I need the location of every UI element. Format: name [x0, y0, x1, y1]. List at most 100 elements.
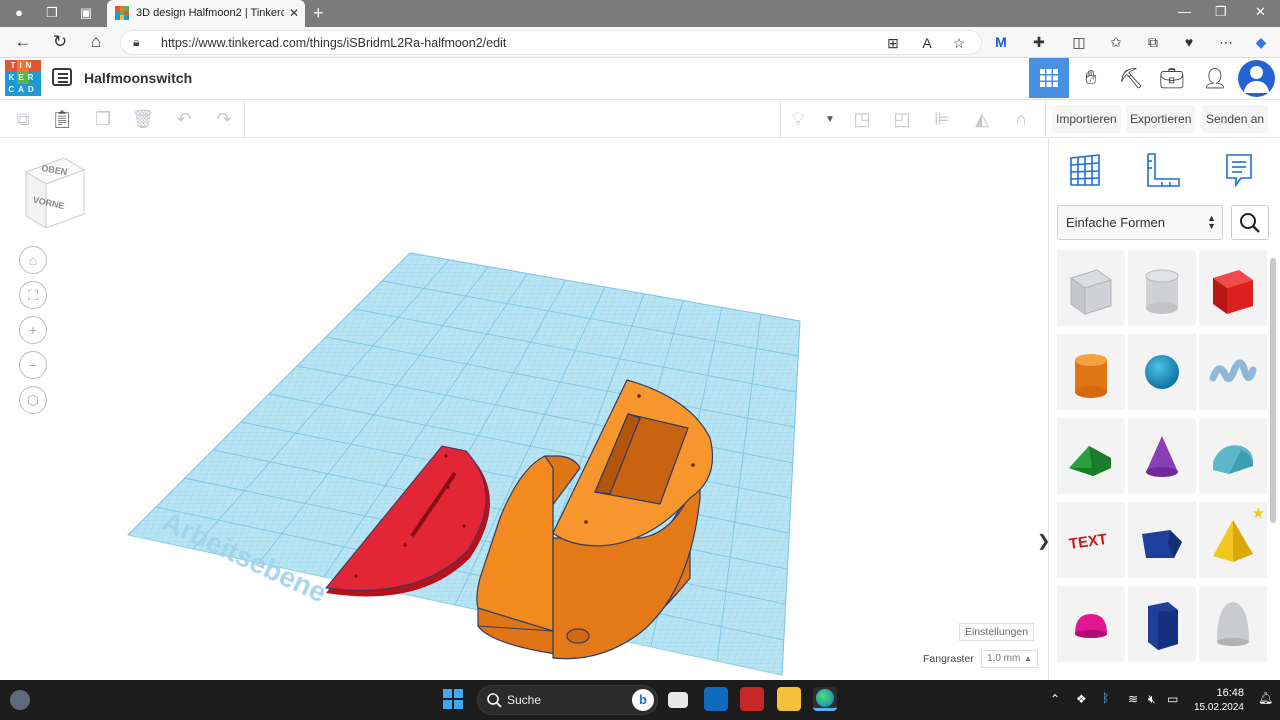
shape-paraboloid[interactable]: [1199, 586, 1267, 662]
panel-scrollbar[interactable]: [1270, 258, 1276, 523]
dropbox-icon[interactable]: ❖: [1076, 692, 1087, 706]
close-window-button[interactable]: ✕: [1255, 4, 1266, 20]
search-shapes-button[interactable]: [1231, 205, 1269, 240]
tinker-hand-icon[interactable]: ✋︎: [1071, 58, 1111, 98]
collapse-panel-chevron-icon[interactable]: ❯: [1037, 531, 1048, 561]
notes-icon[interactable]: [1221, 152, 1257, 188]
browser-essentials-icon[interactable]: ♥: [1180, 33, 1198, 51]
windows-start-icon[interactable]: [443, 689, 463, 709]
design-name[interactable]: Halfmoonswitch: [84, 70, 192, 86]
shape-box-transparent[interactable]: [1057, 250, 1125, 326]
split-screen-icon[interactable]: ◫: [1070, 33, 1088, 51]
taskbar-search[interactable]: Suche b: [477, 685, 658, 715]
group-icon[interactable]: ◳: [850, 107, 874, 131]
shape-cylinder-transparent[interactable]: [1128, 250, 1196, 326]
fritz-app-icon[interactable]: [740, 687, 764, 711]
refresh-icon[interactable]: ↻: [50, 32, 70, 52]
delete-icon[interactable]: 🗑︎: [131, 107, 155, 131]
weather-icon[interactable]: [10, 690, 30, 710]
export-button[interactable]: Exportieren: [1126, 105, 1196, 133]
shape-box[interactable]: [1199, 250, 1267, 326]
close-tab-icon[interactable]: ✕: [289, 6, 299, 20]
workplane-grid-icon[interactable]: [1067, 152, 1103, 188]
profile-icon[interactable]: ●: [8, 5, 30, 21]
lightbulb-icon[interactable]: 💡︎: [786, 107, 810, 131]
3d-view-grid-icon[interactable]: [1029, 58, 1069, 98]
ungroup-icon[interactable]: ◰: [890, 107, 914, 131]
home-icon[interactable]: ⌂: [86, 32, 106, 52]
shape-pyramid[interactable]: ★: [1199, 502, 1267, 578]
file-explorer-icon[interactable]: [777, 687, 801, 711]
user-avatar[interactable]: [1238, 60, 1275, 97]
read-aloud-icon[interactable]: A: [918, 34, 936, 52]
shape-roof[interactable]: [1057, 418, 1125, 494]
wifi-icon[interactable]: ≋: [1128, 692, 1138, 706]
import-button[interactable]: Importieren: [1052, 105, 1121, 133]
tray-overflow-icon[interactable]: ⌃: [1050, 692, 1060, 706]
task-view-icon[interactable]: [668, 692, 688, 708]
edge-browser-icon[interactable]: [813, 687, 837, 711]
new-tab-button[interactable]: +: [313, 3, 324, 24]
bluetooth-icon[interactable]: ᛒ: [1102, 691, 1109, 705]
workplane-canvas[interactable]: Arbeitsebene: [0, 138, 1048, 680]
design-list-icon[interactable]: [52, 68, 72, 86]
lessons-briefcase-icon[interactable]: 💼︎: [1152, 58, 1192, 98]
volume-muted-icon[interactable]: 🔇︎: [1148, 692, 1156, 707]
shape-cone[interactable]: [1128, 418, 1196, 494]
fit-view-icon[interactable]: ⛶: [19, 281, 47, 309]
shape-polygon[interactable]: [1128, 502, 1196, 578]
more-menu-icon[interactable]: ⋯: [1217, 33, 1235, 51]
send-to-button[interactable]: Senden an: [1202, 105, 1269, 133]
malwarebytes-icon[interactable]: M: [992, 33, 1010, 51]
zoom-in-icon[interactable]: +: [19, 316, 47, 344]
shape-prism[interactable]: [1128, 586, 1196, 662]
mirror-icon[interactable]: ◭: [970, 107, 994, 131]
minimize-button[interactable]: —: [1178, 4, 1191, 19]
clock-time[interactable]: 16:48: [1196, 687, 1244, 699]
back-arrow-icon[interactable]: ←: [13, 32, 33, 52]
favorite-star-icon[interactable]: ☆: [950, 34, 968, 52]
workspaces-icon[interactable]: ❒: [44, 5, 60, 21]
collections-icon[interactable]: ⧉: [1144, 33, 1162, 51]
duplicate-icon[interactable]: ❐: [91, 107, 115, 131]
paste-icon[interactable]: 📋︎: [50, 107, 74, 131]
copy-icon[interactable]: ⧉: [11, 107, 35, 131]
shape-scribble[interactable]: [1199, 334, 1267, 410]
browser-tab[interactable]: 3D design Halfmoon2 | Tinkercad ✕: [107, 0, 305, 27]
outlook-icon[interactable]: [704, 687, 728, 711]
redo-icon[interactable]: ↷: [212, 107, 236, 131]
zoom-out-icon[interactable]: −: [19, 351, 47, 379]
app-available-icon[interactable]: ⊞: [884, 34, 902, 52]
copilot-icon[interactable]: ◆: [1252, 33, 1270, 51]
settings-button[interactable]: Einstellungen: [959, 623, 1035, 641]
shape-library-select[interactable]: Einfache Formen ▲ ▼: [1057, 205, 1223, 240]
lock-icon[interactable]: 🔒︎: [133, 35, 139, 50]
perspective-icon[interactable]: ⬡: [19, 386, 47, 414]
shape-text[interactable]: TEXT: [1057, 502, 1125, 578]
shape-round-roof[interactable]: [1199, 418, 1267, 494]
extensions-icon[interactable]: ✚: [1030, 33, 1048, 51]
home-view-icon[interactable]: ⌂: [19, 246, 47, 274]
url-text[interactable]: https://www.tinkercad.com/things/iSBridm…: [161, 36, 506, 50]
url-input[interactable]: 🔒︎ https://www.tinkercad.com/things/iSBr…: [120, 30, 982, 55]
shape-half-sphere[interactable]: [1057, 586, 1125, 662]
notifications-icon[interactable]: 🔔︎: [1258, 691, 1273, 705]
cruise-magnet-icon[interactable]: ∩: [1009, 107, 1033, 131]
3d-workspace[interactable]: Arbeitsebene OBEN VORNE ⌂ ⛶ + − ⬡ Einste…: [0, 138, 1048, 680]
tinkercad-logo[interactable]: TIN KER CAD: [5, 60, 41, 96]
undo-icon[interactable]: ↶: [172, 107, 196, 131]
favorites-icon[interactable]: ✩: [1107, 33, 1125, 51]
shape-cylinder[interactable]: [1057, 334, 1125, 410]
chevron-down-icon[interactable]: ▼: [818, 107, 842, 131]
invite-people-icon[interactable]: 👤︎: [1195, 58, 1235, 98]
align-icon[interactable]: ⊫: [930, 107, 954, 131]
ruler-icon[interactable]: [1145, 152, 1181, 188]
shape-sphere[interactable]: [1128, 334, 1196, 410]
build-pickaxe-icon[interactable]: ⛏︎: [1111, 58, 1151, 98]
snap-grid-select[interactable]: 1,0 mm ▲: [981, 650, 1038, 668]
maximize-button[interactable]: ❐: [1215, 4, 1227, 20]
tab-actions-icon[interactable]: ▣: [78, 5, 94, 21]
bing-icon[interactable]: b: [632, 689, 654, 711]
view-cube[interactable]: OBEN VORNE: [24, 157, 86, 230]
clock-date[interactable]: 15.02.2024: [1192, 702, 1244, 713]
